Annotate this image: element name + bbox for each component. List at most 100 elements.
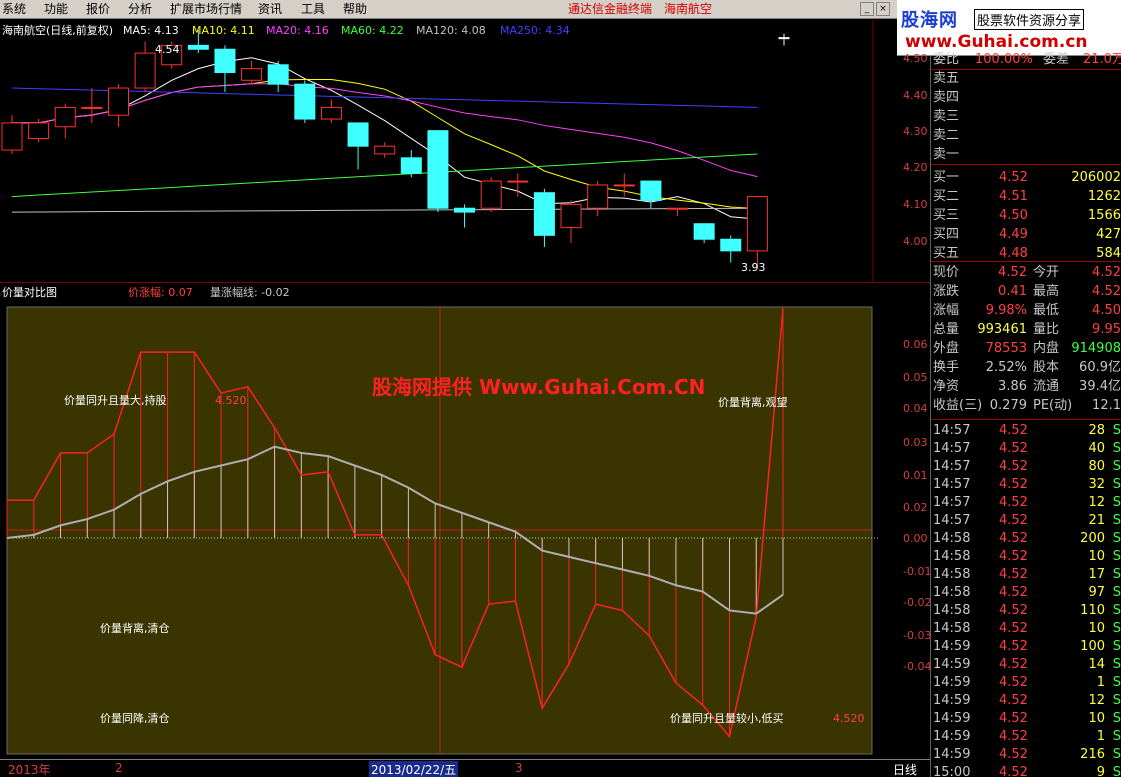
- stat-row: 现价 4.52 今开 4.52: [933, 264, 1121, 282]
- candle-body: [134, 52, 156, 89]
- candle-body: [667, 207, 689, 210]
- tick-volume: 40: [1088, 441, 1105, 456]
- note-watch: 价量背离,观望: [718, 396, 788, 409]
- tick-direction: S: [1112, 639, 1121, 654]
- lower-y-label: -0.01: [903, 565, 932, 578]
- logo-slogan: 股票软件资源分享: [974, 9, 1085, 30]
- close-button[interactable]: ×: [876, 2, 890, 16]
- tick-price: 4.52: [999, 423, 1028, 438]
- tick-direction: S: [1112, 441, 1121, 456]
- guhai-logo: 股海网 股票软件资源分享 www.Guhai.com.cn: [897, 0, 1121, 56]
- stat-value: 0.41: [998, 284, 1027, 299]
- menu-tools[interactable]: 工具: [301, 2, 325, 17]
- stat-value: 914908: [1071, 341, 1121, 356]
- candle-body: [28, 122, 50, 139]
- candle-body: [214, 48, 236, 74]
- tick-volume: 10: [1088, 711, 1105, 726]
- tick-direction: S: [1112, 495, 1121, 510]
- tick-row: 14:58 4.52 200 S: [933, 530, 1121, 548]
- candle-body: [374, 145, 396, 155]
- note-value-bottom: 4.520: [833, 712, 865, 725]
- stat-label: PE(动): [1033, 398, 1073, 413]
- buy-level-price: 4.52: [999, 170, 1028, 185]
- tick-row: 14:57 4.52 80 S: [933, 458, 1121, 476]
- tick-time: 14:59: [933, 657, 971, 672]
- menu-function[interactable]: 功能: [44, 2, 68, 17]
- buy-level-label: 买四: [933, 227, 960, 242]
- menu-quote[interactable]: 报价: [86, 2, 110, 17]
- menu-analysis[interactable]: 分析: [128, 2, 152, 17]
- tick-price: 4.52: [999, 513, 1028, 528]
- tick-time: 14:59: [933, 747, 971, 762]
- tick-volume: 9: [1096, 765, 1105, 777]
- tick-volume: 10: [1088, 621, 1105, 636]
- stat-row: 涨跌 0.41 最高 4.52: [933, 283, 1121, 301]
- tick-row: 14:59 4.52 14 S: [933, 656, 1121, 674]
- menu-news[interactable]: 资讯: [258, 2, 282, 17]
- buy-level-row: 买四 4.49 427: [933, 226, 1121, 244]
- stat-value: 9.98%: [985, 303, 1027, 318]
- candlestick-chart[interactable]: [0, 20, 897, 282]
- stat-value: 3.86: [998, 379, 1027, 394]
- period-button[interactable]: 日线: [893, 761, 917, 777]
- buy-level-row: 买二 4.51 1262: [933, 188, 1121, 206]
- buy-level-volume: 1566: [1087, 208, 1121, 223]
- pane-divider: [0, 282, 930, 283]
- upper-y-label: 4.50: [903, 52, 928, 65]
- lower-y-label: 0.06: [903, 338, 928, 351]
- tick-direction: S: [1112, 423, 1121, 438]
- tick-row: 14:57 4.52 32 S: [933, 476, 1121, 494]
- note-value-top: 4.520: [215, 394, 247, 407]
- stat-label: 净资: [933, 379, 960, 394]
- buy-level-row: 买一 4.52 206002: [933, 169, 1121, 187]
- candle-body: [454, 207, 476, 213]
- tick-price: 4.52: [999, 747, 1028, 762]
- ma120-line: [11, 207, 758, 213]
- tick-row: 15:00 4.52 9 S: [933, 764, 1121, 777]
- tick-volume: 21: [1088, 513, 1105, 528]
- stat-label: 涨幅: [933, 303, 960, 318]
- tick-price: 4.52: [999, 549, 1028, 564]
- tick-row: 14:59 4.52 100 S: [933, 638, 1121, 656]
- axis-cursor-date: 2013/02/22/五: [369, 761, 459, 777]
- tick-time: 14:58: [933, 603, 971, 618]
- tick-volume: 12: [1088, 693, 1105, 708]
- tick-price: 4.52: [999, 729, 1028, 744]
- lower-y-label: 0.01: [903, 469, 928, 482]
- menu-help[interactable]: 帮助: [343, 2, 367, 17]
- lower-y-label: 0.02: [903, 501, 928, 514]
- candle-body: [746, 196, 768, 252]
- menu-extended-market[interactable]: 扩展市场行情: [170, 2, 242, 17]
- ma5-label: MA5: 4.13: [123, 24, 179, 37]
- stat-row: 收益(三) 0.279 PE(动) 12.1: [933, 397, 1121, 415]
- note-sell-divergence: 价量背离,清仓: [100, 622, 170, 635]
- menu-system[interactable]: 系统: [2, 2, 26, 17]
- sell-level-row: 卖三: [933, 108, 959, 126]
- stat-value: 9.95: [1092, 322, 1121, 337]
- tick-direction: S: [1112, 549, 1121, 564]
- candle-body: [267, 64, 289, 85]
- tick-volume: 80: [1088, 459, 1105, 474]
- tick-time: 14:57: [933, 459, 971, 474]
- stat-row: 换手 2.52% 股本 60.9亿: [933, 359, 1121, 377]
- tick-direction: S: [1112, 459, 1121, 474]
- tick-volume: 216: [1080, 747, 1105, 762]
- price-volume-chart[interactable]: [0, 286, 897, 759]
- tick-volume: 28: [1088, 423, 1105, 438]
- sell-level-row: 卖二: [933, 127, 959, 145]
- tick-volume: 110: [1080, 603, 1105, 618]
- tick-row: 14:58 4.52 10 S: [933, 548, 1121, 566]
- tick-price: 4.52: [999, 495, 1028, 510]
- sell-level-row: 卖一: [933, 146, 959, 164]
- buy-level-price: 4.50: [999, 208, 1028, 223]
- tick-direction: S: [1112, 513, 1121, 528]
- note-sell-both-down: 价量同降,清仓: [100, 712, 170, 725]
- note-hold: 价量同升且量大,持股: [64, 394, 167, 407]
- tick-price: 4.52: [999, 711, 1028, 726]
- sell-level-label: 卖五: [933, 71, 960, 86]
- upper-y-label: 4.20: [903, 161, 928, 174]
- upper-y-label: 4.00: [903, 235, 928, 248]
- minimize-button[interactable]: _: [860, 2, 874, 16]
- candle-body: [693, 223, 715, 240]
- order-ratio-row: 委比 100.00% 委差 21.0万: [933, 51, 1121, 69]
